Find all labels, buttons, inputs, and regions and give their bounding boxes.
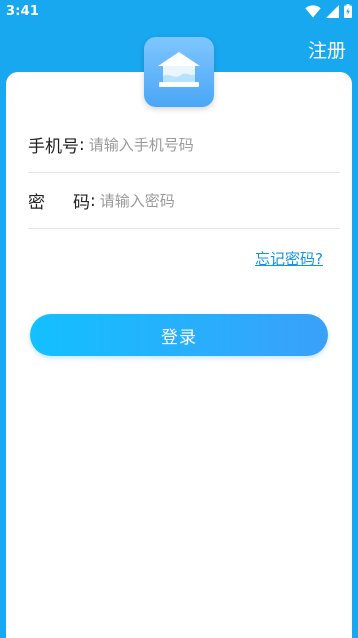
status-time: 3:41: [6, 4, 40, 19]
password-row: 密 码 :: [28, 173, 340, 229]
password-input[interactable]: [99, 185, 330, 216]
password-label-char-2: 码: [73, 193, 90, 213]
phone-row: 手机号 :: [28, 117, 340, 173]
phone-label-text: 手机号: [28, 137, 79, 157]
login-button[interactable]: 登录: [30, 314, 328, 356]
wifi-icon: [305, 4, 321, 18]
phone-colon: :: [79, 134, 85, 155]
forgot-password-link[interactable]: 忘记密码?: [255, 248, 323, 269]
password-colon: :: [90, 190, 96, 211]
house-logo-icon: [155, 50, 203, 94]
status-icons: [305, 4, 352, 18]
password-label-char-1: 密: [28, 193, 45, 213]
app-logo: [144, 37, 214, 107]
status-bar: 3:41: [0, 0, 358, 24]
phone-label: 手机号: [28, 132, 79, 157]
password-label: 密 码: [28, 188, 90, 213]
phone-input[interactable]: [88, 129, 319, 160]
register-link[interactable]: 注册: [308, 36, 346, 63]
battery-icon: [344, 4, 352, 18]
signal-icon: [326, 4, 339, 18]
